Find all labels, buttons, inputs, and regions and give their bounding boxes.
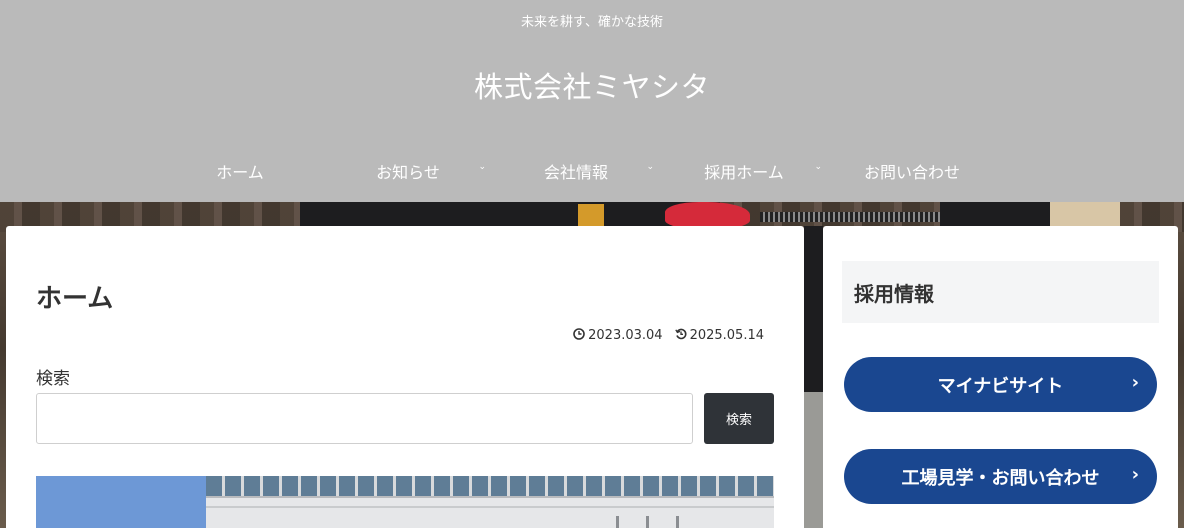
chevron-down-icon: ⌄: [814, 162, 822, 172]
site-title[interactable]: 株式会社ミヤシタ: [0, 64, 1184, 106]
nav-item-label: ホーム: [216, 163, 264, 182]
main-content-card: ホーム 2023.03.04 2025.05.14 検索 検索: [6, 226, 804, 528]
nav-item-news[interactable]: お知らせ ⌄: [324, 150, 492, 192]
post-dates: 2023.03.04 2025.05.14: [573, 328, 764, 343]
nav-item-contact[interactable]: お問い合わせ: [828, 150, 996, 192]
chevron-down-icon: ⌄: [646, 162, 654, 172]
page: 未来を耕す、確かな技術 株式会社ミヤシタ ホーム お知らせ ⌄ 会社情報 ⌄ 採…: [0, 0, 1184, 528]
published-date: 2023.03.04: [573, 328, 663, 343]
wood-board: [1050, 202, 1120, 226]
machine-block: [940, 202, 1050, 226]
nav-item-home[interactable]: ホーム: [156, 150, 324, 192]
machine-frame: [300, 202, 720, 228]
sidebar-heading: 採用情報: [842, 261, 1159, 323]
updated-date-text: 2025.05.14: [689, 328, 764, 343]
building-photo: [36, 476, 774, 528]
sidebar: 採用情報 マイナビサイト › 工場見学・お問い合わせ ›: [823, 226, 1178, 528]
building-windows: [206, 476, 774, 498]
search-button[interactable]: 検索: [704, 393, 774, 444]
nav-item-recruit[interactable]: 採用ホーム ⌄: [660, 150, 828, 192]
machine-part-red: [665, 202, 750, 228]
nav-item-label: 採用ホーム: [704, 163, 784, 182]
updated-date: 2025.05.14: [674, 328, 764, 343]
building-fixture: [676, 516, 679, 528]
pill-label: 工場見学・お問い合わせ: [901, 467, 1100, 489]
building-stripe: [206, 506, 774, 508]
nav-item-label: お知らせ: [376, 163, 440, 182]
machine-part-yellow: [578, 204, 604, 226]
machine-wheel: [804, 392, 823, 528]
clock-icon: [573, 328, 585, 343]
chevron-right-icon: ›: [1131, 464, 1139, 485]
nav-item-label: 会社情報: [543, 163, 608, 182]
building-fixture: [646, 516, 649, 528]
building-fixture: [616, 516, 619, 528]
nav-item-label: お問い合わせ: [863, 163, 960, 182]
search-input[interactable]: [36, 393, 693, 444]
nav-item-company[interactable]: 会社情報 ⌄: [492, 150, 660, 192]
machine-spring: [760, 212, 940, 222]
pill-label: マイナビサイト: [937, 375, 1064, 397]
mynavi-site-button[interactable]: マイナビサイト ›: [844, 357, 1157, 412]
site-header: 未来を耕す、確かな技術 株式会社ミヤシタ ホーム お知らせ ⌄ 会社情報 ⌄ 採…: [0, 0, 1184, 202]
global-nav: ホーム お知らせ ⌄ 会社情報 ⌄ 採用ホーム ⌄ お問い合わせ: [156, 150, 996, 192]
chevron-down-icon: ⌄: [478, 162, 486, 172]
factory-tour-contact-button[interactable]: 工場見学・お問い合わせ ›: [844, 449, 1157, 504]
search-label: 検索: [36, 369, 70, 389]
chevron-right-icon: ›: [1131, 372, 1139, 393]
history-icon: [674, 328, 687, 343]
published-date-text: 2023.03.04: [588, 328, 663, 343]
site-tagline: 未来を耕す、確かな技術: [521, 15, 663, 30]
page-title: ホーム: [36, 284, 114, 314]
machine-column: [804, 226, 823, 406]
